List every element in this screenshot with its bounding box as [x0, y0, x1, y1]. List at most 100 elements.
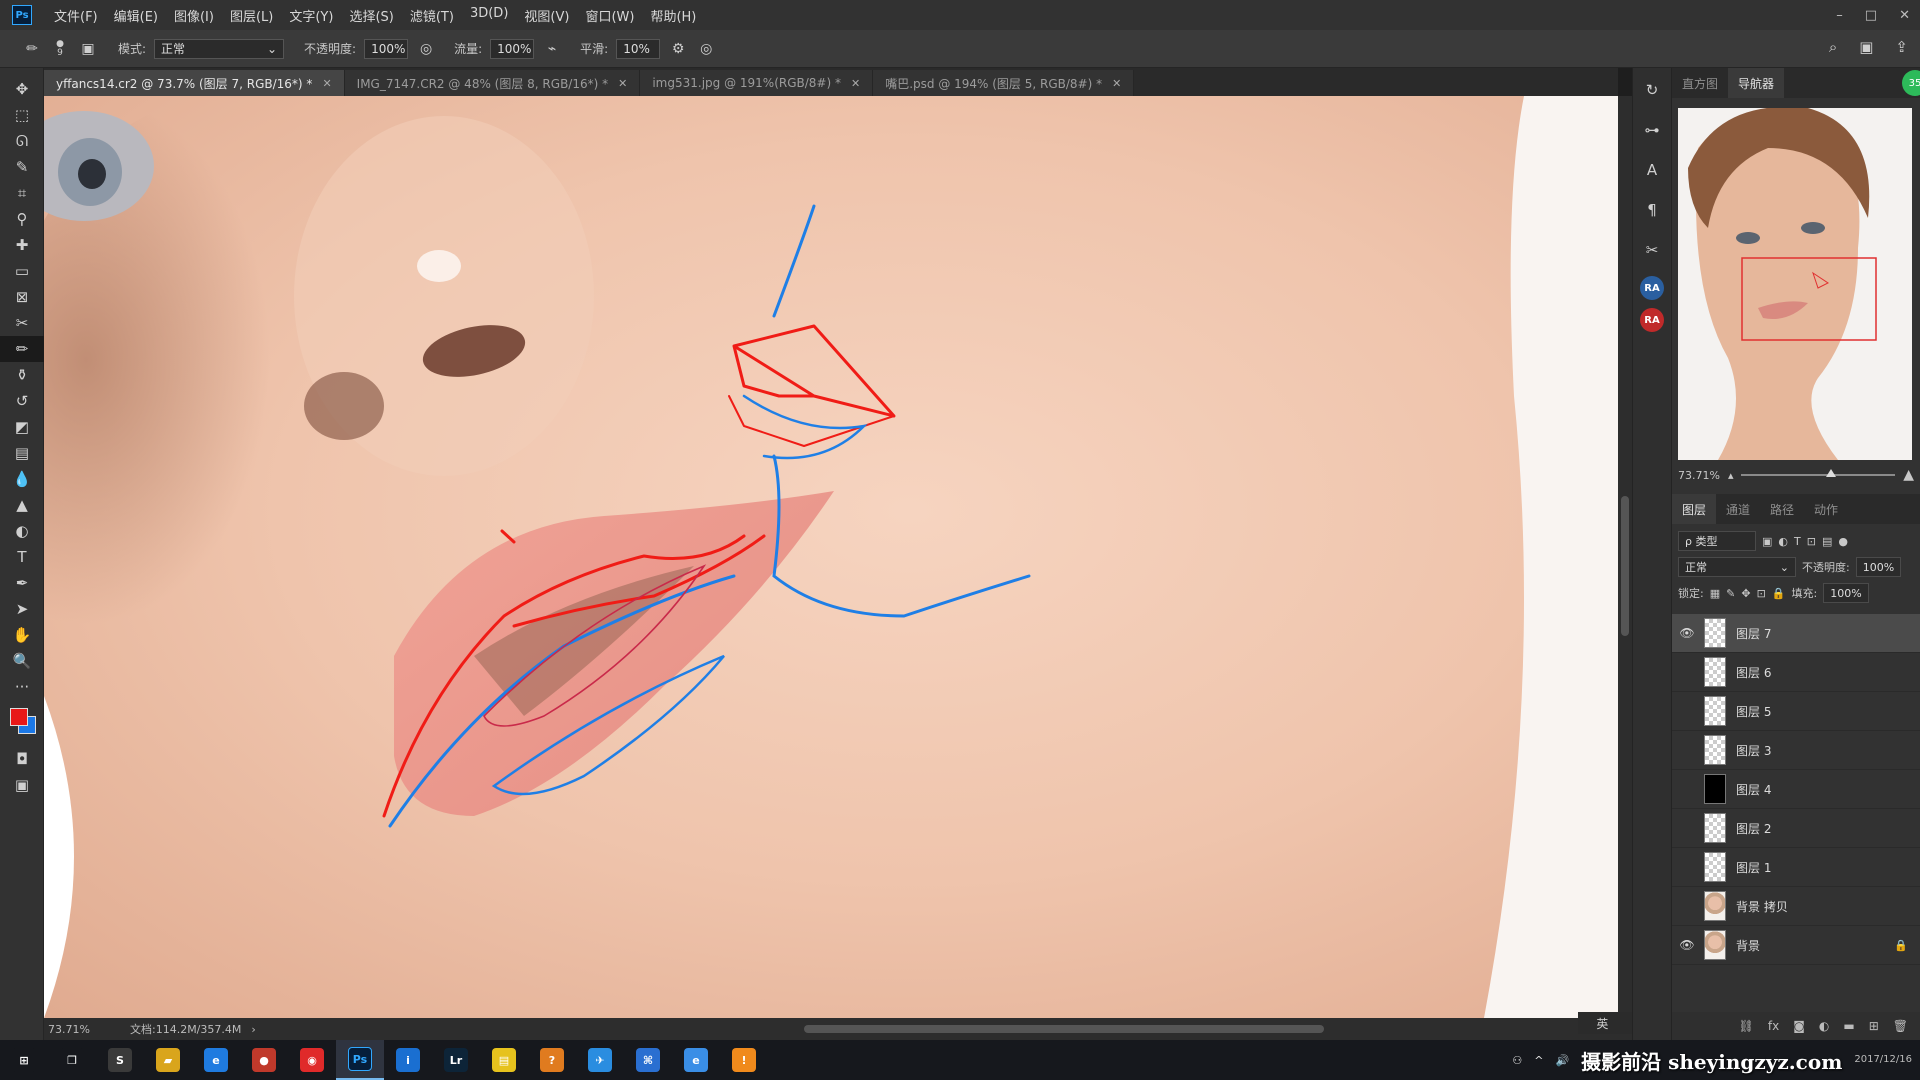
history-brush-tool-icon[interactable]: ↺: [0, 388, 44, 414]
healing-brush-tool-icon[interactable]: ✚: [0, 232, 44, 258]
layer-row[interactable]: 👁 图层 7: [1672, 614, 1920, 653]
flow-input[interactable]: 100%: [490, 38, 535, 59]
mode-select[interactable]: 正常 ⌄: [154, 38, 285, 59]
ra-badge-icon[interactable]: RA: [1640, 276, 1664, 300]
navigator-thumbnail[interactable]: [1678, 108, 1912, 460]
document-tab[interactable]: yffancs14.cr2 @ 73.7% (图层 7, RGB/16*) * ✕: [44, 70, 345, 96]
quick-mask-icon[interactable]: ◘: [0, 746, 44, 772]
brush-size-picker[interactable]: ● 9: [50, 39, 70, 59]
layer-row[interactable]: 图层 6: [1672, 653, 1920, 692]
status-arrow-icon[interactable]: ›: [251, 1023, 255, 1036]
fill-input[interactable]: 100%: [1823, 583, 1869, 603]
eye-icon[interactable]: 👁: [1676, 934, 1698, 956]
ime-button[interactable]: 英: [1596, 1015, 1608, 1032]
clone-stamp-tool-icon[interactable]: ⚱: [0, 362, 44, 388]
patch-tool-icon[interactable]: ▭: [0, 258, 44, 284]
frame-tool-icon[interactable]: ⊠: [0, 284, 44, 310]
link-icon[interactable]: ⛓: [1739, 1019, 1754, 1033]
close-icon[interactable]: ✕: [618, 77, 627, 90]
pressure-size-icon[interactable]: ◎: [696, 39, 716, 59]
panel-tab[interactable]: 动作: [1804, 494, 1848, 524]
document-tab[interactable]: img531.jpg @ 191%(RGB/8#) * ✕: [640, 70, 874, 96]
browser-icon[interactable]: e: [192, 1040, 240, 1080]
layer-filter-select[interactable]: ρ 类型: [1678, 531, 1756, 551]
orange-app-icon[interactable]: !: [720, 1040, 768, 1080]
filter-toggle-icon[interactable]: ●: [1838, 535, 1848, 548]
lock-pixels-icon[interactable]: ✎: [1726, 587, 1735, 600]
pressure-opacity-icon[interactable]: ◎: [416, 39, 436, 59]
people-icon[interactable]: ⚇: [1512, 1054, 1522, 1067]
type-tool-icon[interactable]: T: [0, 544, 44, 570]
lasso-tool-icon[interactable]: ᘏ: [0, 128, 44, 154]
layer-row[interactable]: 背景 拷贝: [1672, 887, 1920, 926]
layer-opacity-input[interactable]: 100%: [1855, 557, 1902, 577]
delete-icon[interactable]: 🗑: [1893, 1019, 1908, 1033]
brush-tool-icon[interactable]: ✏: [0, 336, 44, 362]
menu-item[interactable]: 窗口(W): [577, 6, 642, 25]
photoshop-icon[interactable]: Ps: [336, 1040, 384, 1080]
file-explorer-icon[interactable]: ▰: [144, 1040, 192, 1080]
pixel-filter-icon[interactable]: ▣: [1762, 535, 1772, 548]
close-icon[interactable]: ✕: [851, 77, 860, 90]
navigator-zoom-value[interactable]: 73.71%: [1678, 469, 1720, 482]
eraser-tool-icon[interactable]: ◩: [0, 414, 44, 440]
close-icon[interactable]: ✕: [322, 77, 331, 90]
foreground-color-swatch[interactable]: [10, 708, 28, 726]
start-icon[interactable]: ⊞: [0, 1040, 48, 1080]
group-icon[interactable]: ▬: [1843, 1019, 1854, 1033]
panel-tab[interactable]: 通道: [1716, 494, 1760, 524]
menu-item[interactable]: 3D(D): [462, 6, 516, 25]
canvas[interactable]: [44, 96, 1618, 1018]
quick-select-tool-icon[interactable]: ✎: [0, 154, 44, 180]
color-swatches[interactable]: [0, 700, 44, 746]
airbrush-icon[interactable]: ⌁: [542, 39, 562, 59]
gradient-tool-icon[interactable]: ▤: [0, 440, 44, 466]
volume-icon[interactable]: 🔊: [1555, 1054, 1569, 1067]
bird-icon[interactable]: ✈: [576, 1040, 624, 1080]
scissors-tool-icon[interactable]: ✂: [0, 310, 44, 336]
document-tab[interactable]: IMG_7147.CR2 @ 48% (图层 8, RGB/16*) * ✕: [344, 70, 641, 96]
layer-row[interactable]: 图层 1: [1672, 848, 1920, 887]
gear-icon[interactable]: ⚙: [668, 39, 688, 59]
task-view-icon[interactable]: ❐: [48, 1040, 96, 1080]
layer-row[interactable]: 图层 4: [1672, 770, 1920, 809]
layer-row[interactable]: 图层 3: [1672, 731, 1920, 770]
ra-badge-icon[interactable]: RA: [1640, 308, 1664, 332]
menu-item[interactable]: 视图(V): [516, 6, 577, 25]
more-tools-icon[interactable]: ···: [0, 674, 44, 700]
smart-filter-icon[interactable]: ▤: [1822, 535, 1832, 548]
dodge-tool-icon[interactable]: ◐: [0, 518, 44, 544]
character-icon[interactable]: A: [1633, 152, 1671, 188]
path-select-tool-icon[interactable]: ➤: [0, 596, 44, 622]
adjustment-filter-icon[interactable]: ◐: [1778, 535, 1788, 548]
lock-artboard-icon[interactable]: ⊡: [1757, 587, 1766, 600]
paragraph-icon[interactable]: ¶: [1633, 192, 1671, 228]
layer-row[interactable]: 图层 2: [1672, 809, 1920, 848]
fx-icon[interactable]: fx: [1768, 1019, 1779, 1033]
close-button[interactable]: ✕: [1899, 8, 1910, 23]
move-tool-icon[interactable]: ✥: [0, 76, 44, 102]
eye-hidden-icon[interactable]: [1676, 856, 1698, 878]
panel-tab[interactable]: 导航器: [1728, 68, 1785, 98]
menu-item[interactable]: 编辑(E): [106, 6, 166, 25]
eye-hidden-icon[interactable]: [1676, 778, 1698, 800]
document-tab[interactable]: 嘴巴.psd @ 194% (图层 5, RGB/8#) * ✕: [873, 70, 1135, 96]
menu-item[interactable]: 图层(L): [222, 6, 281, 25]
info-icon[interactable]: i: [384, 1040, 432, 1080]
screen-mode-icon[interactable]: ▣: [0, 772, 44, 798]
smoothing-input[interactable]: 10%: [616, 38, 661, 59]
lock-position-icon[interactable]: ✥: [1741, 587, 1750, 600]
menu-item[interactable]: 文件(F): [46, 6, 106, 25]
zoom-slider[interactable]: [1741, 469, 1896, 477]
zoom-slider-handle[interactable]: [1826, 469, 1837, 477]
properties-icon[interactable]: ⊶: [1633, 112, 1671, 148]
app-red-icon[interactable]: ●: [240, 1040, 288, 1080]
crop-tool-icon[interactable]: ⌗: [0, 180, 44, 206]
vertical-scroll-thumb[interactable]: [1621, 496, 1629, 636]
eye-hidden-icon[interactable]: [1676, 895, 1698, 917]
tools-icon[interactable]: ✂: [1633, 232, 1671, 268]
help-icon[interactable]: ?: [528, 1040, 576, 1080]
type-filter-icon[interactable]: T: [1794, 535, 1801, 548]
layer-row[interactable]: 图层 5: [1672, 692, 1920, 731]
lock-all-icon[interactable]: 🔒: [1772, 587, 1786, 600]
